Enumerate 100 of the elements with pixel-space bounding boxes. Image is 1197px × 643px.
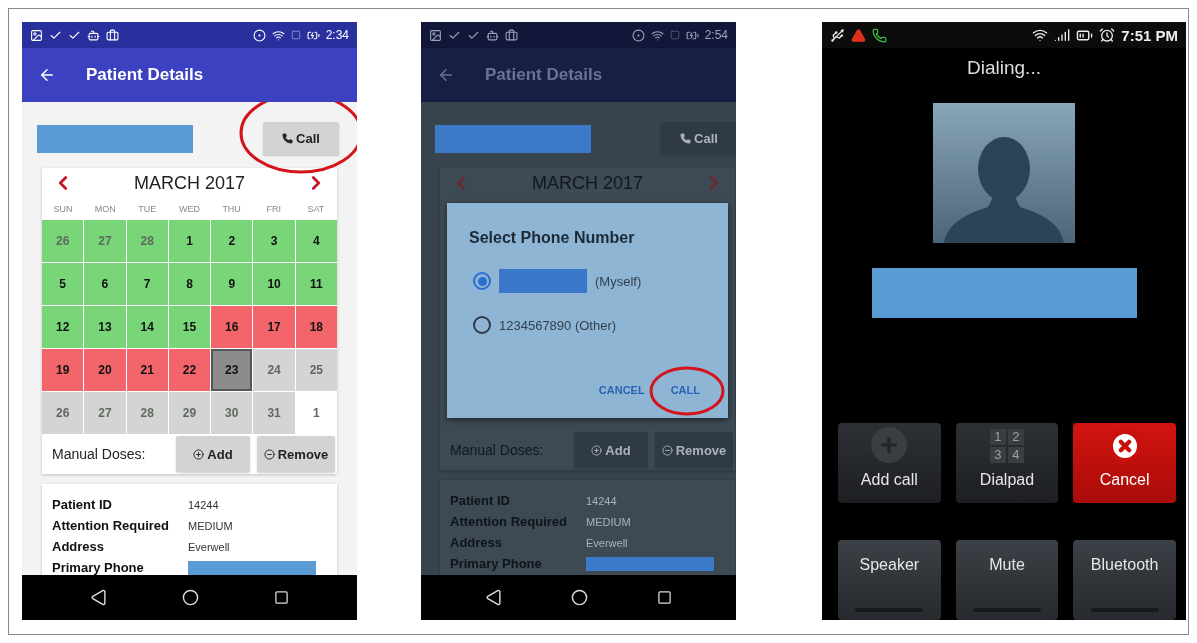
image-icon (30, 28, 43, 42)
info-label: Attention Required (450, 514, 568, 529)
call-button[interactable]: Call (263, 122, 339, 155)
calendar-day[interactable]: 14 (126, 306, 168, 348)
calendar-day[interactable]: 15 (168, 306, 211, 348)
info-label: Patient ID (52, 497, 113, 512)
info-value: MEDIUM (188, 519, 234, 532)
info-value: Everwell (586, 536, 629, 549)
calendar-day[interactable]: 13 (84, 306, 126, 348)
calendar-day[interactable]: 26 (42, 392, 84, 434)
call-action-button[interactable]: 1 2 3 4 Dialpad (955, 423, 1059, 503)
calendar-day[interactable]: 6 (84, 263, 126, 305)
calendar-day[interactable]: 18 (295, 306, 337, 348)
calendar-day[interactable]: 30 (211, 392, 253, 434)
calendar-day[interactable]: 9 (211, 263, 253, 305)
minus-icon (661, 444, 673, 456)
status-time: 7:51 PM (1121, 26, 1178, 44)
weekday-label: SAT (306, 204, 326, 214)
call-action-button[interactable]: Mute (955, 540, 1059, 620)
add-icon (871, 427, 908, 463)
calendar-day[interactable]: 31 (253, 392, 295, 434)
screen-title: Patient Details (485, 65, 603, 85)
calendar-day[interactable]: 1 (168, 220, 211, 262)
calendar-day[interactable]: 27 (84, 220, 126, 262)
call-action-button[interactable]: Add call (838, 423, 941, 503)
home-nav-icon[interactable] (571, 589, 588, 606)
calendar-day[interactable]: 4 (295, 220, 337, 262)
manual-doses-label: Manual Doses: (52, 446, 147, 462)
calendar-day[interactable]: 25 (295, 349, 337, 391)
weekday-label: SUN (52, 204, 74, 214)
info-label: Address (450, 535, 504, 550)
status-time: 2:54 (704, 28, 728, 42)
calendar-day[interactable]: 16 (211, 306, 253, 348)
home-nav-icon[interactable] (182, 589, 199, 606)
calendar-day[interactable]: 17 (253, 306, 295, 348)
calendar-day[interactable]: 23 (211, 349, 253, 391)
call-action-button[interactable]: Cancel (1073, 423, 1176, 503)
calendar-day[interactable]: 20 (84, 349, 126, 391)
info-value: MEDIUM (586, 515, 632, 528)
option-label: 1234567890 (Other) (499, 317, 617, 333)
remove-button[interactable]: Remove (655, 432, 733, 468)
radio-button[interactable] (473, 316, 491, 334)
calendar-day[interactable]: 26 (42, 220, 84, 262)
info-label: Primary Phone (450, 556, 543, 571)
call-action-button[interactable]: Speaker (838, 540, 941, 620)
back-nav-icon[interactable] (89, 589, 107, 606)
calendar-day[interactable]: 19 (42, 349, 84, 391)
calendar-day[interactable]: 11 (295, 263, 337, 305)
call-button[interactable]: Call (661, 122, 736, 155)
wifi-icon (650, 28, 664, 42)
weekday-label: WED (178, 204, 201, 214)
phone-icon (680, 133, 692, 144)
call-action-button[interactable]: Bluetooth (1073, 540, 1176, 620)
calendar-day[interactable]: 29 (168, 392, 211, 434)
dialog-title: Select Phone Number (469, 229, 636, 247)
info-value: 14244 (586, 494, 618, 507)
image-icon (429, 28, 442, 42)
info-value: Everwell (188, 540, 231, 553)
calendar-day[interactable]: 10 (253, 263, 295, 305)
info-label: Patient ID (450, 493, 511, 508)
calendar-day[interactable]: 12 (42, 306, 84, 348)
calendar-day[interactable]: 28 (126, 220, 168, 262)
back-nav-icon[interactable] (485, 589, 503, 606)
wifi-icon (271, 28, 285, 42)
briefcase-icon (505, 28, 518, 42)
usb-icon (830, 27, 845, 43)
briefcase-icon (106, 28, 119, 42)
calendar-day[interactable]: 24 (253, 349, 295, 391)
add-button[interactable]: Add (176, 436, 250, 472)
calendar-month: MARCH 2017 (133, 172, 245, 194)
minus-icon (263, 448, 275, 460)
calendar-day[interactable]: 27 (84, 392, 126, 434)
warning-icon (851, 27, 866, 43)
option-label: (Myself) (595, 273, 642, 289)
info-label: Address (52, 539, 106, 554)
remove-button[interactable]: Remove (257, 436, 335, 472)
phone-icon (282, 133, 294, 144)
calendar-day[interactable]: 3 (253, 220, 295, 262)
calendar-day[interactable]: 21 (126, 349, 168, 391)
weekday-label: FRI (265, 204, 282, 214)
recents-nav-icon[interactable] (274, 590, 290, 605)
plus-icon (591, 444, 603, 456)
recents-nav-icon[interactable] (656, 590, 672, 605)
radio-button[interactable] (473, 272, 491, 290)
plus-icon (193, 448, 205, 460)
calendar-day[interactable]: 5 (42, 263, 84, 305)
weekday-label: THU (221, 204, 242, 214)
robot-icon (87, 28, 100, 42)
target-icon (252, 28, 266, 42)
calendar-day[interactable]: 28 (126, 392, 168, 434)
alarm-clock-icon (1099, 27, 1116, 43)
calendar-day[interactable]: 8 (168, 263, 211, 305)
weekday-label: TUE (137, 204, 158, 214)
add-button[interactable]: Add (574, 432, 648, 468)
info-label: Primary Phone (52, 560, 145, 575)
call-status: Dialing... (967, 57, 1041, 79)
calendar-day[interactable]: 7 (126, 263, 168, 305)
calendar-day[interactable]: 2 (211, 220, 253, 262)
wifi-icon (1032, 27, 1049, 43)
calendar-day[interactable]: 22 (168, 349, 211, 391)
